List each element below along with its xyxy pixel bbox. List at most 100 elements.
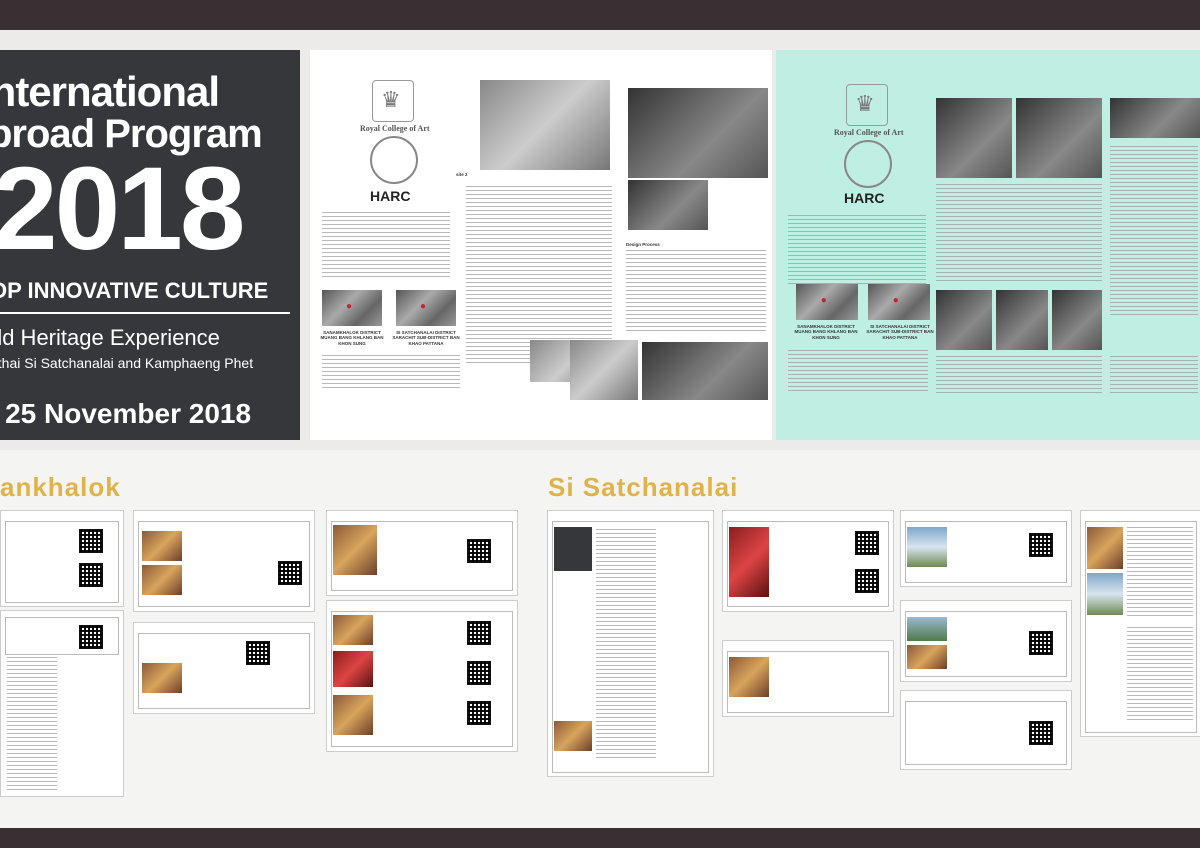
sheet-text [1127,527,1193,617]
poster-subtitle: OP INNOVATIVE CULTURE [0,278,269,303]
college-name: Royal College of Art [360,124,430,133]
qr-code-icon [1029,631,1053,655]
map-image [796,284,858,320]
craft-photo [996,290,1048,350]
qr-code-icon [278,561,302,585]
sheet-text [1127,627,1193,723]
program-poster: International broad Program 2018 OP INNO… [0,50,300,440]
activity-photo [142,663,182,693]
qr-code-icon [855,531,879,555]
map-caption: SI SATCHANALAI DISTRICT SARACHIT SUB-DIS… [392,330,460,346]
poster-divider [0,312,290,314]
info-sheet [900,510,1072,587]
qr-code-icon [1029,721,1053,745]
poster-title-line1: International [0,68,220,115]
crest-icon [372,80,414,122]
info-sheet [900,690,1072,770]
craft-photo [1052,290,1102,350]
board-panel-white: Royal College of Art HARC SANAMKHALOK DI… [310,50,772,440]
qr-code-icon [246,641,270,665]
activity-photo [907,645,947,669]
crest-icon [846,84,888,126]
sheet-text [596,529,656,759]
qr-code-icon [467,539,491,563]
activity-photo [729,657,769,697]
site-photo [480,80,610,170]
activity-photo [1087,527,1123,569]
seal-icon [370,136,418,184]
info-sheet [1080,510,1200,737]
qr-code-icon [467,661,491,685]
info-sheet [133,622,315,714]
intro-text [788,215,926,285]
qr-code-icon [79,563,103,587]
activity-photo [907,527,947,567]
activity-photo [333,651,373,687]
body-text [322,355,460,391]
craft-photo [936,290,992,350]
qr-code-icon [467,621,491,645]
info-sheet [547,510,714,777]
qr-code-icon [467,701,491,725]
house-photo [936,98,1012,178]
activity-photo [142,531,182,561]
activity-photo [554,721,592,751]
activity-photo [142,565,182,595]
board-panel-cyan: Royal College of Art HARC SANAMKHALOK DI… [776,50,1200,440]
qr-code-icon [1029,533,1053,557]
info-sheet [0,510,124,607]
map-caption: SANAMKHALOK DISTRICT MUANG BANG KHLANG B… [320,330,384,346]
activity-photo [729,527,769,597]
landscape-photo [642,342,768,400]
mini-poster-image [554,527,592,571]
intro-text [322,212,450,280]
sheet-text [7,657,57,791]
site-text [466,186,612,366]
map-image [322,290,382,326]
portrait-photo [1110,98,1200,138]
side-text [1110,146,1198,316]
info-sheet [722,510,894,612]
map-image [396,290,456,326]
activity-photo [1087,573,1123,615]
activity-photo [333,695,373,735]
site-heading: site 2 [456,172,468,177]
info-sheet [133,510,315,612]
college-name: Royal College of Art [834,128,904,137]
model-render [628,180,708,230]
model-render [628,88,768,178]
info-sheet [326,510,518,596]
activity-photo [333,525,377,575]
house-photo [1016,98,1102,178]
map-caption: SI SATCHANALAI DISTRICT SARACHIT SUB-DIS… [866,324,934,340]
story-text [936,184,1102,284]
section-title-left: ankhalok [0,472,121,502]
top-dark-strip [0,0,1200,30]
activity-photo [907,617,947,641]
qr-code-icon [79,625,103,649]
org-name: HARC [370,188,411,204]
map-caption: SANAMKHALOK DISTRICT MUANG BANG KHLANG B… [794,324,858,340]
activity-photo [333,615,373,645]
poster-dates: - 25 November 2018 [0,398,252,429]
design-heading: Design Process [626,242,660,247]
info-sheet [722,640,894,717]
org-name: HARC [844,190,885,206]
info-sheet [900,600,1072,682]
design-text [626,250,766,332]
poster-year: 2018 [0,143,246,275]
map-image [868,284,930,320]
qr-code-icon [855,569,879,593]
qr-code-icon [79,529,103,553]
info-sheet [326,600,518,752]
info-sheet [0,610,124,797]
body-text [788,350,928,394]
section-title-right: Si Satchanalai [548,472,739,502]
tower-photo [570,340,638,400]
seal-icon [844,140,892,188]
story-text [936,356,1102,396]
poster-experience: rld Heritage Experience [0,325,220,350]
poster-places: othai Si Satchanalai and Kamphaeng Phet [0,355,254,371]
floor-strip [0,828,1200,848]
side-text [1110,356,1198,396]
